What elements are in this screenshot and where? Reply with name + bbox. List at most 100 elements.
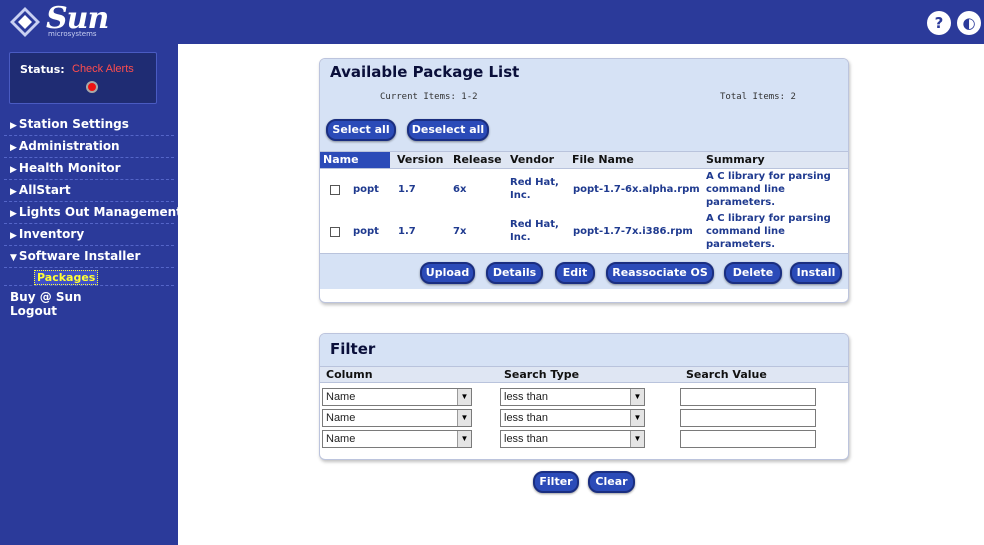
expand-arrow-icon: ▶ [10, 165, 17, 175]
chevron-down-icon[interactable]: ▼ [630, 389, 644, 405]
filter-search-type-select[interactable]: less than ▼ [500, 388, 645, 406]
alert-indicator-icon[interactable] [86, 81, 98, 93]
sidebar-item-software-installer[interactable]: ▼ Software Installer [4, 246, 174, 268]
chevron-down-icon[interactable]: ▼ [457, 410, 471, 426]
sidebar-item-lights-out-management[interactable]: ▶ Lights Out Management [4, 202, 182, 224]
filter-search-value-header: Search Value [686, 368, 767, 381]
row-checkbox[interactable] [330, 185, 340, 195]
sidebar-item-administration[interactable]: ▶ Administration [4, 136, 174, 158]
chevron-down-icon[interactable]: ▼ [630, 410, 644, 426]
sidebar-item-label: Station Settings [18, 117, 129, 131]
filter-button[interactable]: Filter [533, 471, 579, 493]
filter-search-type-select[interactable]: less than ▼ [500, 430, 645, 448]
sidebar-subitem-label: Packages [34, 270, 99, 285]
sidebar-item-label: Inventory [18, 227, 85, 241]
cell-summary-line2: command line [706, 226, 785, 237]
column-header-release[interactable]: Release [453, 152, 502, 168]
sidebar-item-label: Health Monitor [18, 161, 121, 175]
column-header-version[interactable]: Version [397, 152, 444, 168]
cell-file-name: popt-1.7-6x.alpha.rpm [573, 184, 700, 195]
panel-title: Available Package List [330, 63, 520, 81]
panel-title: Filter [330, 340, 376, 358]
help-icon[interactable]: ? [927, 11, 951, 35]
filter-column-select[interactable]: Name ▼ [322, 409, 472, 427]
column-header-summary[interactable]: Summary [706, 152, 765, 168]
status-label: Status: [20, 63, 65, 76]
deselect-all-button[interactable]: Deselect all [407, 119, 489, 141]
sidebar-item-allstart[interactable]: ▶ AllStart [4, 180, 174, 202]
chevron-down-icon[interactable]: ▼ [457, 389, 471, 405]
cell-vendor-line2: Inc. [510, 232, 531, 243]
chevron-down-icon[interactable]: ▼ [457, 431, 471, 447]
expand-arrow-icon: ▶ [10, 187, 17, 197]
sidebar-subitem-packages[interactable]: Packages [4, 268, 174, 286]
table-header: Name Version Release Vendor File Name Su… [320, 151, 848, 169]
expand-arrow-icon: ▶ [10, 121, 17, 131]
filter-column-header: Column [326, 368, 373, 381]
sidebar-item-label: Software Installer [18, 249, 141, 263]
current-items: Current Items: 1-2 [380, 92, 478, 102]
row-checkbox[interactable] [330, 227, 340, 237]
collapse-arrow-icon: ▼ [10, 253, 17, 263]
table-actions-bar: Upload Details Edit Reassociate OS Delet… [320, 253, 848, 289]
filter-search-type-header: Search Type [504, 368, 580, 381]
sun-logo[interactable]: Sun microsystems [10, 1, 170, 41]
cell-summary-line2: command line [706, 184, 785, 195]
cell-summary-line3: parameters. [706, 197, 776, 208]
clear-button[interactable]: Clear [588, 471, 635, 493]
filter-column-select[interactable]: Name ▼ [322, 388, 472, 406]
cell-release: 7x [453, 226, 467, 237]
column-header-name[interactable]: Name [320, 152, 390, 168]
cell-name: popt [353, 184, 379, 195]
filter-table-header: Column Search Type Search Value [320, 366, 848, 383]
edit-button[interactable]: Edit [555, 262, 595, 284]
expand-arrow-icon: ▶ [10, 231, 17, 241]
filter-search-value-input[interactable] [680, 430, 816, 448]
cell-vendor-line1: Red Hat, [510, 219, 559, 230]
package-list-panel: Available Package List Current Items: 1-… [319, 58, 849, 303]
sidebar-item-station-settings[interactable]: ▶ Station Settings [4, 114, 174, 136]
upload-button[interactable]: Upload [420, 262, 475, 284]
cell-vendor-line2: Inc. [510, 190, 531, 201]
filter-search-type-select[interactable]: less than ▼ [500, 409, 645, 427]
package-list-header: Available Package List [320, 59, 848, 111]
filter-header: Filter [320, 334, 848, 366]
check-alerts-link[interactable]: Check Alerts [72, 63, 134, 75]
filter-panel: Filter Column Search Type Search Value N… [319, 333, 849, 460]
total-items: Total Items: 2 [720, 92, 796, 102]
sidebar-item-label: Lights Out Management [18, 205, 182, 219]
cell-summary-line3: parameters. [706, 239, 776, 250]
reassociate-os-button[interactable]: Reassociate OS [606, 262, 714, 284]
sidebar-item-label: Administration [18, 139, 120, 153]
table-row: popt 1.7 6x Red Hat, Inc. popt-1.7-6x.al… [320, 171, 848, 211]
cell-summary-line1: A C library for parsing [706, 171, 831, 182]
install-button[interactable]: Install [790, 262, 842, 284]
cell-summary-line1: A C library for parsing [706, 213, 831, 224]
chevron-down-icon[interactable]: ▼ [630, 431, 644, 447]
expand-arrow-icon: ▶ [10, 209, 17, 219]
cell-release: 6x [453, 184, 467, 195]
filter-column-select[interactable]: Name ▼ [322, 430, 472, 448]
cell-file-name: popt-1.7-7x.i386.rpm [573, 226, 693, 237]
brand-sub: microsystems [48, 30, 97, 38]
details-button[interactable]: Details [486, 262, 543, 284]
expand-arrow-icon: ▶ [10, 143, 17, 153]
logout-link[interactable]: Logout [0, 304, 178, 318]
column-header-file-name[interactable]: File Name [572, 152, 634, 168]
select-all-button[interactable]: Select all [326, 119, 396, 141]
nav-menu: ▶ Station Settings ▶ Administration ▶ Healt… [0, 114, 182, 318]
sidebar-item-health-monitor[interactable]: ▶ Health Monitor [4, 158, 174, 180]
sidebar-item-inventory[interactable]: ▶ Inventory [4, 224, 174, 246]
logout-icon[interactable]: ◐ [957, 11, 981, 35]
cell-version: 1.7 [398, 184, 416, 195]
delete-button[interactable]: Delete [724, 262, 782, 284]
buy-at-sun-link[interactable]: Buy @ Sun [0, 290, 178, 304]
filter-search-value-input[interactable] [680, 409, 816, 427]
column-header-vendor[interactable]: Vendor [510, 152, 554, 168]
status-box: Status: Check Alerts [9, 52, 157, 104]
filter-search-value-input[interactable] [680, 388, 816, 406]
top-bar: Sun microsystems ? ◐ [0, 0, 984, 44]
cell-vendor-line1: Red Hat, [510, 177, 559, 188]
cell-version: 1.7 [398, 226, 416, 237]
cell-name: popt [353, 226, 379, 237]
